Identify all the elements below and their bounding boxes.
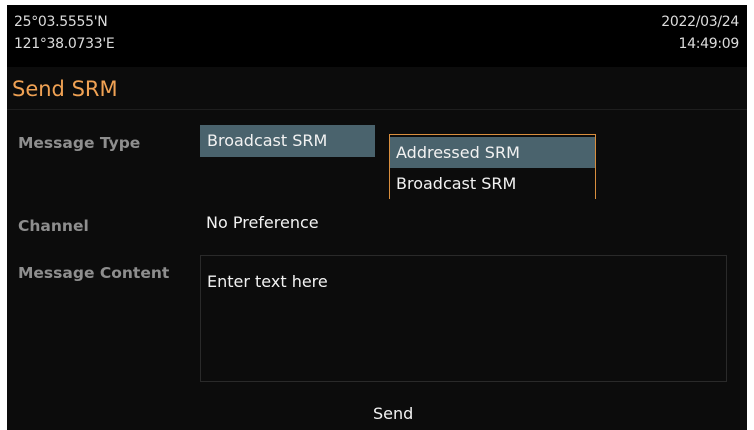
message-type-select[interactable]: Broadcast SRM	[200, 125, 375, 157]
send-srm-screen: 25°03.5555'N 121°38.0733'E 2022/03/24 14…	[7, 5, 747, 430]
channel-select[interactable]: No Preference	[206, 213, 319, 232]
time-readout: 14:49:09	[678, 36, 740, 52]
channel-label: Channel	[18, 217, 89, 235]
send-button[interactable]: Send	[373, 404, 413, 423]
page-title: Send SRM	[12, 77, 118, 101]
date-readout: 2022/03/24	[661, 14, 739, 30]
title-divider	[7, 109, 747, 110]
message-content-label: Message Content	[18, 264, 170, 282]
longitude-readout: 121°38.0733'E	[14, 36, 115, 52]
status-header: 25°03.5555'N 121°38.0733'E 2022/03/24 14…	[7, 5, 747, 67]
message-type-label: Message Type	[18, 134, 141, 152]
option-broadcast-srm[interactable]: Broadcast SRM	[390, 168, 595, 199]
latitude-readout: 25°03.5555'N	[14, 14, 108, 30]
option-addressed-srm[interactable]: Addressed SRM	[390, 137, 595, 168]
message-content-input[interactable]: Enter text here	[200, 255, 727, 382]
message-type-dropdown: Addressed SRM Broadcast SRM	[389, 134, 596, 199]
